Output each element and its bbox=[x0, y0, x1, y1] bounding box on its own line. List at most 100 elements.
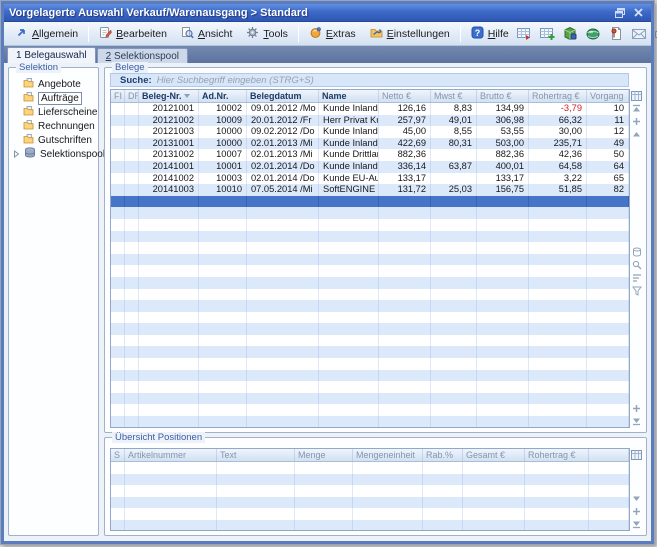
cell-ad_nr: 10003 bbox=[199, 173, 247, 185]
sidebar-item-selektionspools[interactable]: Selektionspools bbox=[9, 147, 98, 161]
column-chooser-icon[interactable] bbox=[631, 90, 642, 101]
cell-ad_nr bbox=[199, 404, 247, 416]
cell-fi bbox=[111, 254, 125, 266]
export-grid-icon[interactable] bbox=[516, 26, 532, 42]
belege-row[interactable]: 201210031000009.02.2012 /DoKunde Inland … bbox=[111, 126, 629, 138]
close-button[interactable] bbox=[631, 6, 646, 19]
restore-button[interactable] bbox=[613, 6, 628, 19]
document-folder-icon bbox=[23, 119, 34, 133]
cell-dr bbox=[125, 416, 139, 428]
scroll-first-icon[interactable] bbox=[631, 103, 642, 114]
col-belegdatum-header[interactable]: Belegdatum bbox=[247, 90, 319, 102]
extras-icon bbox=[309, 26, 322, 42]
cell-mwst bbox=[431, 231, 477, 243]
scroll-prev-icon[interactable] bbox=[631, 129, 642, 140]
expander-icon[interactable] bbox=[13, 150, 20, 158]
cell-rohertrag bbox=[525, 485, 589, 497]
scroll-last-icon[interactable] bbox=[631, 416, 642, 427]
search-bar[interactable]: Suche: Hier Suchbegriff eingeben (STRG+S… bbox=[110, 73, 629, 87]
sidebar-item-lieferscheine[interactable]: Lieferscheine bbox=[9, 105, 98, 119]
attach-document-icon[interactable] bbox=[608, 26, 624, 42]
sidebar-item-auftraege[interactable]: Aufträge bbox=[9, 91, 98, 105]
col-rohertrag-header[interactable]: Rohertrag € bbox=[529, 90, 587, 102]
sort-icon[interactable] bbox=[631, 273, 642, 284]
column-chooser-icon[interactable] bbox=[631, 449, 642, 460]
tab-belegauswahl[interactable]: 1 Belegauswahl bbox=[7, 47, 96, 63]
col-rab-header[interactable]: Rab.% bbox=[423, 449, 463, 461]
menu-bearbeiten[interactable]: Bearbeiten bbox=[92, 23, 174, 45]
cell-fi bbox=[111, 300, 125, 312]
col-vorgang-header[interactable]: Vorgang bbox=[587, 90, 629, 102]
belege-row[interactable]: 201410031001007.05.2014 /MiSoftENGINE Gm… bbox=[111, 184, 629, 196]
selected-row[interactable] bbox=[111, 196, 629, 208]
scroll-plus-icon[interactable] bbox=[631, 116, 642, 127]
cell-name bbox=[319, 207, 379, 219]
col-s-header[interactable]: S bbox=[111, 449, 125, 461]
col-x-header[interactable] bbox=[589, 449, 629, 461]
cell-fi bbox=[111, 312, 125, 324]
belege-header: FIDRBeleg-Nr.Ad.Nr.BelegdatumNameNetto €… bbox=[111, 90, 629, 103]
cell-fi bbox=[111, 126, 125, 138]
menu-einstellungen[interactable]: Einstellungen bbox=[363, 23, 457, 45]
cell-dr bbox=[125, 138, 139, 150]
col-netto-header[interactable]: Netto € bbox=[379, 90, 431, 102]
cell-menge bbox=[295, 485, 353, 497]
sidebar-item-angebote[interactable]: Angebote bbox=[9, 77, 98, 91]
belege-row[interactable]: 201410011000102.01.2014 /DoKunde Inland3… bbox=[111, 161, 629, 173]
scroll-down-icon[interactable] bbox=[631, 493, 642, 504]
sidebar-item-gutschriften[interactable]: Gutschriften bbox=[9, 133, 98, 147]
col-brutto-header[interactable]: Brutto € bbox=[477, 90, 529, 102]
sidebar-item-rechnungen[interactable]: Rechnungen bbox=[9, 119, 98, 133]
help-icon: ? bbox=[471, 26, 484, 42]
cell-artikelnummer bbox=[125, 474, 217, 486]
belege-row[interactable]: 201410021000302.01.2014 /DoKunde EU-Ausl… bbox=[111, 173, 629, 185]
col-menge-header[interactable]: Menge bbox=[295, 449, 353, 461]
menu-hilfe[interactable]: ?Hilfe bbox=[464, 23, 516, 45]
sidebar-item-label: Lieferscheine bbox=[38, 107, 97, 118]
col-mwst-header[interactable]: Mwst € bbox=[431, 90, 477, 102]
col-rohertrag-header[interactable]: Rohertrag € bbox=[525, 449, 589, 461]
belege-row[interactable]: 201310021000702.01.2013 /MiKunde Drittla… bbox=[111, 149, 629, 161]
belege-row[interactable]: 201210011000209.01.2012 /MoKunde Inland … bbox=[111, 103, 629, 115]
col-gesamt-header[interactable]: Gesamt € bbox=[463, 449, 525, 461]
col-ad_nr-header[interactable]: Ad.Nr. bbox=[199, 90, 247, 102]
package-icon[interactable] bbox=[562, 26, 578, 42]
tab-selektionspool[interactable]: 2 Selektionspool bbox=[97, 48, 188, 63]
col-fi-header[interactable]: FI bbox=[111, 90, 125, 102]
email-icon[interactable] bbox=[631, 26, 647, 42]
search-icon[interactable] bbox=[631, 260, 642, 271]
menu-extras[interactable]: Extras bbox=[302, 23, 363, 45]
cell-beleg_nr: 20121003 bbox=[139, 126, 199, 138]
cell-mwst bbox=[431, 393, 477, 405]
cell-vorgang bbox=[587, 370, 629, 382]
belege-row[interactable]: 201310011000002.01.2013 /MiKunde Inland … bbox=[111, 138, 629, 150]
cell-beleg_nr bbox=[139, 404, 199, 416]
cell-name bbox=[319, 254, 379, 266]
scroll-plus-icon[interactable] bbox=[631, 506, 642, 517]
empty-row bbox=[111, 497, 629, 509]
col-mengeneinheit-header[interactable]: Mengeneinheit bbox=[353, 449, 423, 461]
cell-brutto bbox=[477, 416, 529, 428]
scroll-last-icon[interactable] bbox=[631, 519, 642, 530]
menu-allgemein[interactable]: Allgemein bbox=[8, 23, 85, 45]
col-name-header[interactable]: Name bbox=[319, 90, 379, 102]
cell-netto: 131,72 bbox=[379, 184, 431, 196]
scroll-plus-icon[interactable] bbox=[631, 403, 642, 414]
globe-icon[interactable] bbox=[585, 26, 601, 42]
col-beleg_nr-header[interactable]: Beleg-Nr. bbox=[139, 90, 199, 102]
cell-fi bbox=[111, 231, 125, 243]
insert-grid-icon[interactable] bbox=[539, 26, 555, 42]
cell-brutto bbox=[477, 289, 529, 301]
menu-tools[interactable]: Tools bbox=[239, 23, 295, 45]
filter-icon[interactable] bbox=[631, 286, 642, 297]
view-icon bbox=[181, 26, 194, 42]
menu-ansicht[interactable]: Ansicht bbox=[174, 23, 239, 45]
db-columns-icon[interactable] bbox=[631, 247, 642, 258]
col-artikelnummer-header[interactable]: Artikelnummer bbox=[125, 449, 217, 461]
col-dr-header[interactable]: DR bbox=[125, 90, 139, 102]
belege-row[interactable]: 201210021000920.01.2012 /FrHerr Privat K… bbox=[111, 115, 629, 127]
cell-netto: 133,17 bbox=[379, 173, 431, 185]
cell-vorgang bbox=[587, 312, 629, 324]
cell-beleg_nr bbox=[139, 207, 199, 219]
col-text-header[interactable]: Text bbox=[217, 449, 295, 461]
